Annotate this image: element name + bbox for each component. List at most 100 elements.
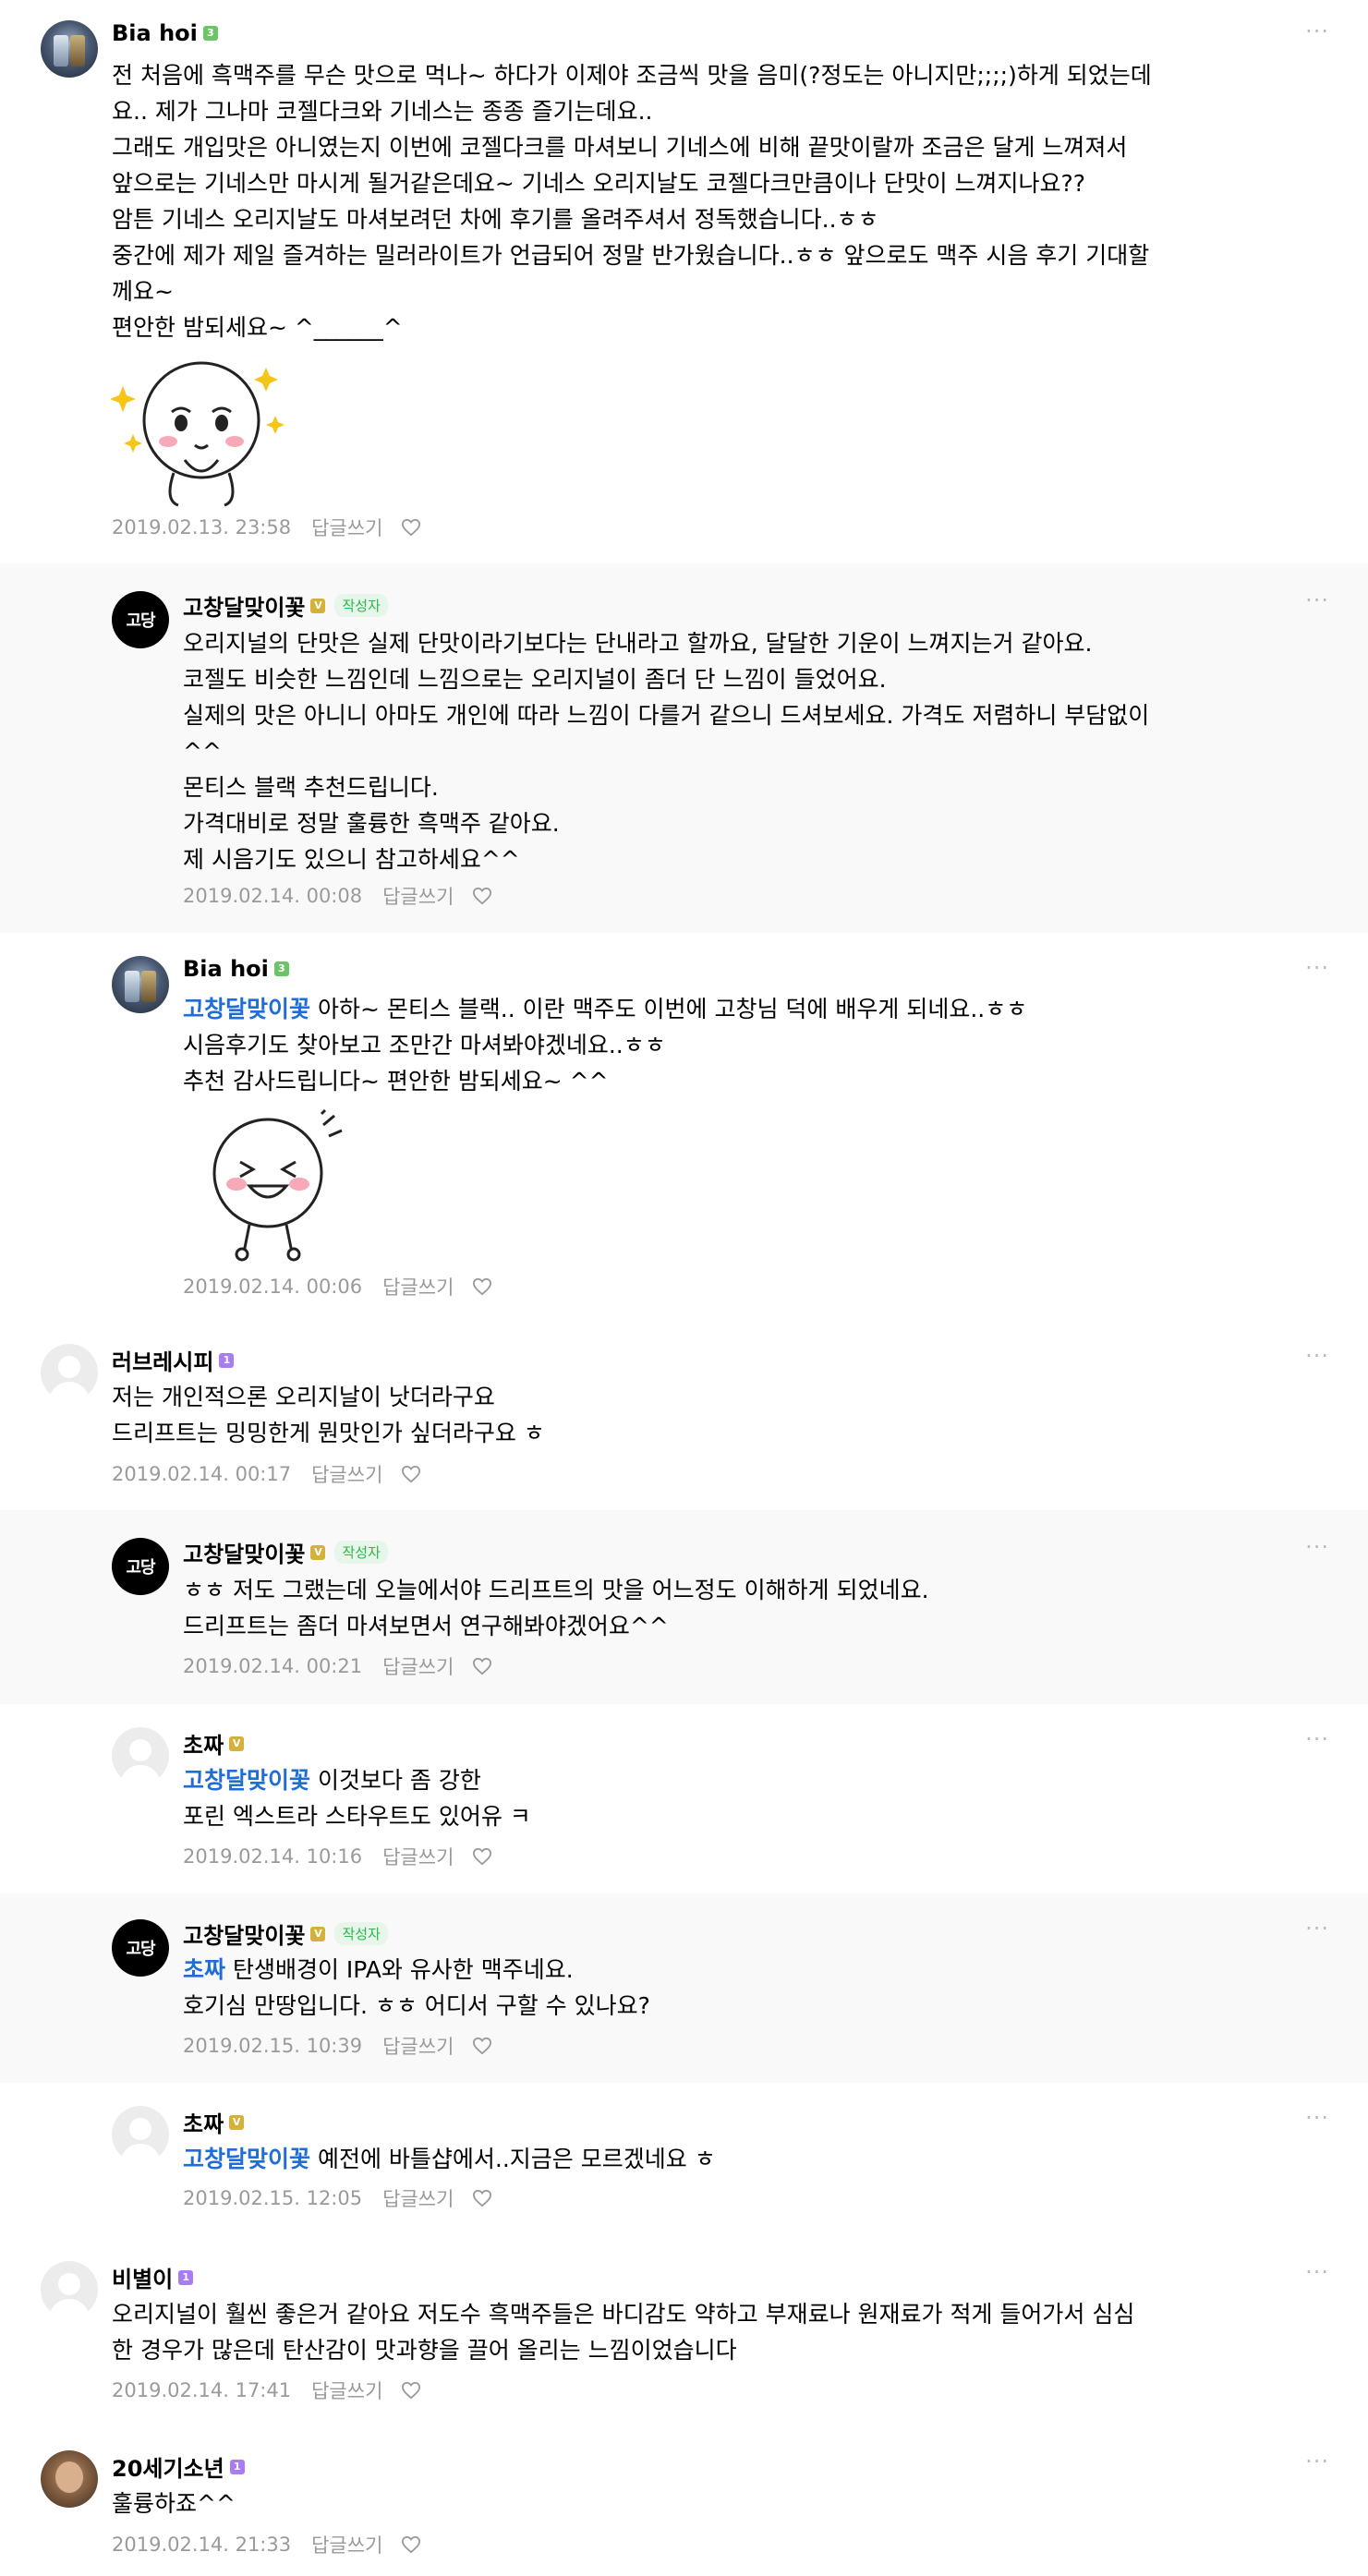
reply-button[interactable]: 답글쓰기 [382,882,454,910]
comment-date: 2019.02.14. 21:33 [112,2534,292,2556]
more-menu-icon[interactable]: ··· [1305,1343,1329,1369]
comment-header: Bia hoi 3 [183,956,289,982]
comment-header: 고창달맞이꽃 V 작성자 [183,589,388,622]
avatar[interactable] [41,20,98,78]
avatar[interactable] [112,1727,169,1784]
mention-link[interactable]: 고창달맞이꽃 [183,1767,310,1794]
reply-button[interactable]: 답글쓰기 [382,1843,454,1870]
more-menu-icon[interactable]: ··· [1305,1534,1329,1560]
level-badge: V [310,598,326,613]
reply-button[interactable]: 답글쓰기 [311,2531,382,2558]
like-heart-icon[interactable] [401,2381,421,2400]
level-badge: V [310,1544,326,1560]
comment-footer: 2019.02.14. 17:41 답글쓰기 [112,2376,421,2404]
reply-button[interactable]: 답글쓰기 [311,2376,382,2404]
author-nickname[interactable]: 고창달맞이꽃 [183,1536,305,1568]
level-badge: 3 [202,26,218,41]
comment-date: 2019.02.14. 00:08 [183,885,363,907]
comment-header: 러브레시피 1 [112,1344,235,1376]
author-nickname[interactable]: 러브레시피 [112,1344,213,1376]
comment-date: 2019.02.14. 00:17 [112,1463,292,1485]
comment-text: 오리지널의 단맛은 실제 단맛이라기보다는 단내라고 할까요, 달달한 기운이 … [183,630,1150,873]
reply-button[interactable]: 답글쓰기 [382,1273,454,1300]
comment-footer: 2019.02.14. 00:17 답글쓰기 [112,1460,421,1488]
like-heart-icon[interactable] [472,1277,492,1296]
author-nickname[interactable]: 고창달맞이꽃 [183,1917,305,1950]
comment-header: 초짜 V [183,1727,245,1760]
author-nickname[interactable]: Bia hoi [183,956,269,982]
more-menu-icon[interactable]: ··· [1305,2105,1329,2131]
more-menu-icon[interactable]: ··· [1305,2449,1329,2474]
more-menu-icon[interactable]: ··· [1305,2259,1329,2285]
like-heart-icon[interactable] [472,1657,492,1675]
more-menu-icon[interactable]: ··· [1305,955,1329,981]
author-nickname[interactable]: 고창달맞이꽃 [183,589,305,622]
comment-footer: 2019.02.14. 00:21 답글쓰기 [183,1652,492,1680]
mention-link[interactable]: 초짜 [183,1956,225,1983]
comment-date: 2019.02.14. 17:41 [112,2379,292,2401]
reply-button[interactable]: 답글쓰기 [382,2032,454,2060]
avatar[interactable]: 고당 [112,1538,169,1595]
comment-text: 오리지널이 훨씬 좋은거 같아요 저도수 흑맥주들은 바디감도 약하고 부재료나… [112,2301,1135,2364]
comment-footer: 2019.02.14. 21:33 답글쓰기 [112,2531,421,2558]
reply-button[interactable]: 답글쓰기 [382,1652,454,1680]
writer-tag: 작성자 [334,1541,388,1564]
like-heart-icon[interactable] [401,1465,421,1483]
mention-link[interactable]: 고창달맞이꽃 [183,2146,310,2172]
level-badge: V [229,2114,245,2130]
author-nickname[interactable]: Bia hoi [112,20,198,46]
mention-link[interactable]: 고창달맞이꽃 [183,996,310,1022]
avatar[interactable] [41,1344,98,1401]
level-badge: 1 [178,2269,194,2285]
avatar[interactable] [112,2106,169,2163]
more-menu-icon[interactable]: ··· [1305,587,1329,613]
writer-tag: 작성자 [334,1922,388,1945]
comment-date: 2019.02.14. 00:06 [183,1276,363,1298]
comment-item: 20세기소년 1 ··· 훌륭하죠^^ 2019.02.14. 21:33 답글… [0,2425,1368,2576]
comment-item: 초짜 V ··· 고창달맞이꽃 예전에 바틀샵에서..지금은 모르겠네요 ㅎ 2… [0,2083,1368,2235]
comment-item: 고당 고창달맞이꽃 V 작성자 ··· 오리지널의 단맛은 실제 단맛이라기보다… [0,563,1368,933]
like-heart-icon[interactable] [472,2037,492,2055]
sticker-image [110,361,284,507]
comment-text: ㅎㅎ 저도 그랬는데 오늘에서야 드리프트의 맛을 어느정도 이해하게 되었네요… [183,1577,929,1639]
like-heart-icon[interactable] [401,518,421,537]
like-heart-icon[interactable] [472,887,492,905]
writer-tag: 작성자 [334,594,388,617]
comment-text: 훌륭하죠^^ [112,2490,236,2517]
reply-button[interactable]: 답글쓰기 [382,2184,454,2212]
author-nickname[interactable]: 20세기소년 [112,2450,224,2483]
comment-footer: 2019.02.14. 00:08 답글쓰기 [183,882,492,910]
comment-date: 2019.02.14. 00:21 [183,1655,363,1677]
more-menu-icon[interactable]: ··· [1305,18,1329,44]
author-nickname[interactable]: 초짜 [183,1727,224,1760]
comment-footer: 2019.02.13. 23:58 답글쓰기 [112,514,421,541]
reply-button[interactable]: 답글쓰기 [311,1460,382,1488]
avatar[interactable] [41,2450,98,2508]
comment-text: 고창달맞이꽃 아하~ 몬티스 블랙.. 이란 맥주도 이번에 고창님 덕에 배우… [183,996,1028,1094]
comment-text: 초짜 탄생배경이 IPA와 유사한 맥주네요. 호기심 만땅입니다. ㅎㅎ 어디서… [183,1956,650,2019]
more-menu-icon[interactable]: ··· [1305,1916,1329,1941]
level-badge: 1 [229,2459,245,2474]
comment-item: 고당 고창달맞이꽃 V 작성자 ··· ㅎㅎ 저도 그랬는데 오늘에서야 드리프… [0,1510,1368,1704]
comment-item: 비별이 1 ··· 오리지널이 훨씬 좋은거 같아요 저도수 흑맥주들은 바디감… [0,2235,1368,2425]
comment-footer: 2019.02.14. 10:16 답글쓰기 [183,1843,492,1870]
comment-footer: 2019.02.14. 00:06 답글쓰기 [183,1273,492,1300]
comment-item: 초짜 V ··· 고창달맞이꽃 이것보다 좀 강한 포린 엑스트라 스타우트도 있… [0,1704,1368,1893]
like-heart-icon[interactable] [472,2189,492,2207]
more-menu-icon[interactable]: ··· [1305,1726,1329,1752]
comment-date: 2019.02.15. 12:05 [183,2187,363,2209]
avatar[interactable]: 고당 [112,591,169,648]
comment-header: 20세기소년 1 [112,2450,245,2483]
author-nickname[interactable]: 비별이 [112,2261,173,2293]
like-heart-icon[interactable] [401,2535,421,2554]
comment-item: 러브레시피 1 ··· 저는 개인적으론 오리지날이 낫더라구요 드리프트는 밍밍… [0,1321,1368,1510]
level-badge: 3 [273,961,289,976]
avatar[interactable] [112,956,169,1013]
avatar[interactable] [41,2261,98,2318]
like-heart-icon[interactable] [472,1847,492,1866]
comment-header: 초짜 V [183,2106,245,2138]
author-nickname[interactable]: 초짜 [183,2106,224,2138]
avatar[interactable]: 고당 [112,1919,169,1977]
comment-item: Bia hoi 3 ··· 고창달맞이꽃 아하~ 몬티스 블랙.. 이란 맥주도… [0,933,1368,1321]
reply-button[interactable]: 답글쓰기 [311,514,382,541]
